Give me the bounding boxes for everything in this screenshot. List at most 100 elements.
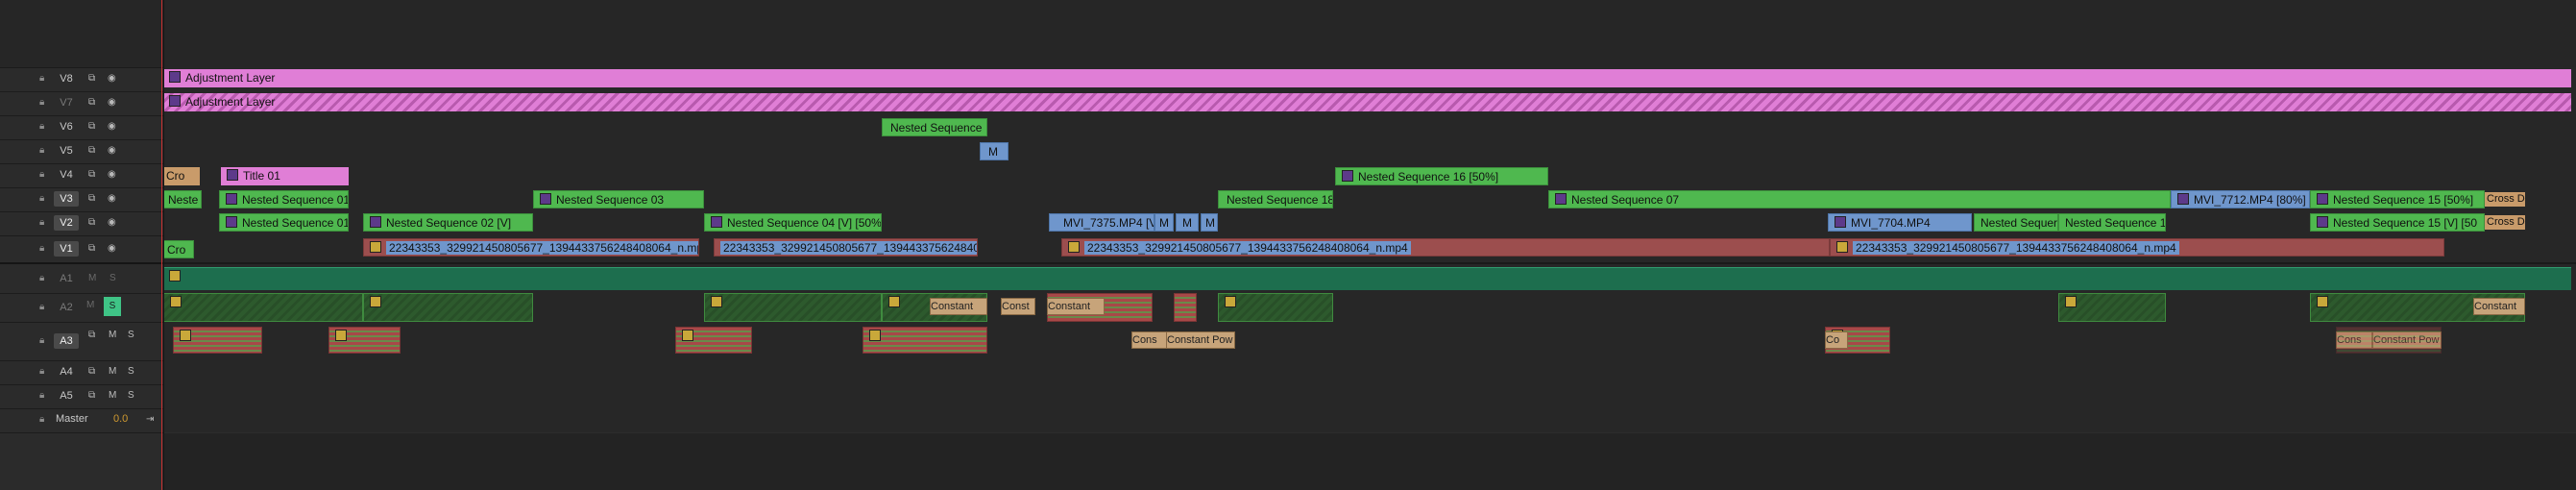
clip-audio-a2-1[interactable] bbox=[163, 293, 363, 322]
clip-adjustment-layer-v8[interactable]: Adjustment Layer bbox=[163, 69, 2571, 87]
lock-icon[interactable]: 🔒︎ bbox=[39, 302, 49, 313]
clip-cro-v4[interactable]: Cro bbox=[163, 167, 200, 185]
clip-mvi-7712[interactable]: MVI_7712.MP4 [80%] bbox=[2171, 190, 2310, 208]
clip-nested-sequence-15-v2[interactable]: Nested Sequence 15 [V] [50 bbox=[2310, 213, 2485, 232]
master-volume-value[interactable]: 0.0 bbox=[113, 413, 128, 425]
lock-icon[interactable]: 🔒︎ bbox=[39, 217, 49, 229]
lane-v6[interactable] bbox=[163, 115, 2576, 140]
eye-icon[interactable]: ◉ bbox=[108, 243, 116, 255]
track-name-a1[interactable]: A1 bbox=[54, 271, 79, 286]
lane-a4[interactable] bbox=[163, 360, 2576, 385]
lock-icon[interactable]: 🔒︎ bbox=[39, 273, 49, 284]
clip-video-file-4[interactable]: 22343353_329921450805677_139443375624840… bbox=[1830, 238, 2444, 257]
track-name-a5[interactable]: A5 bbox=[54, 388, 79, 404]
clip-nested-sequence-15-v3[interactable]: Nested Sequence 15 [50%] bbox=[2310, 190, 2485, 208]
clip-nested-sequence-07[interactable]: Nested Sequence 07 bbox=[1548, 190, 2171, 208]
clip-m-3[interactable]: M bbox=[1201, 213, 1218, 232]
clip-video-file-1[interactable]: 22343353_329921450805677_139443375624840… bbox=[363, 238, 699, 257]
sync-lock-icon[interactable]: ⧉ bbox=[88, 145, 95, 157]
clip-neste-v3[interactable]: Neste bbox=[163, 190, 202, 208]
crossfade-co[interactable]: Co bbox=[1825, 331, 1848, 349]
clip-nested-sequence-01-v2[interactable]: Nested Sequence 01 bbox=[219, 213, 349, 232]
playhead[interactable] bbox=[161, 0, 162, 490]
lane-a3[interactable] bbox=[163, 322, 2576, 361]
clip-nested-sequence-14[interactable]: Nested Sequence 14 bbox=[2058, 213, 2166, 232]
clip-video-file-3[interactable]: 22343353_329921450805677_139443375624840… bbox=[1061, 238, 1830, 257]
lane-v5[interactable] bbox=[163, 139, 2576, 164]
clip-audio-a2-7[interactable] bbox=[1218, 293, 1333, 322]
clip-audio-a2-2[interactable] bbox=[363, 293, 533, 322]
clip-audio-a3-6[interactable] bbox=[2336, 327, 2442, 354]
clip-audio-a3-3[interactable] bbox=[675, 327, 752, 354]
clip-nested-sequence-01-v3[interactable]: Nested Sequence 01 bbox=[219, 190, 349, 208]
lock-icon[interactable]: 🔒︎ bbox=[39, 335, 49, 347]
lock-icon[interactable]: 🔒︎ bbox=[39, 390, 49, 402]
track-name-a2[interactable]: A2 bbox=[54, 300, 79, 315]
sync-lock-icon[interactable]: ⧉ bbox=[88, 390, 95, 402]
track-name-v1[interactable]: V1 bbox=[54, 241, 79, 257]
clip-m-2[interactable]: M bbox=[1176, 213, 1199, 232]
mute-button[interactable]: M bbox=[88, 273, 96, 284]
clip-nested-sequence-v6[interactable]: Nested Sequence bbox=[882, 118, 987, 136]
track-name-v5[interactable]: V5 bbox=[54, 143, 79, 159]
track-name-v8[interactable]: V8 bbox=[54, 71, 79, 86]
clip-audio-a3-4[interactable] bbox=[863, 327, 987, 354]
sync-lock-icon[interactable]: ⧉ bbox=[88, 366, 95, 378]
sync-lock-icon[interactable]: ⧉ bbox=[88, 97, 95, 109]
track-name-a4[interactable]: A4 bbox=[54, 364, 79, 380]
lane-a5[interactable] bbox=[163, 384, 2576, 409]
clip-title-01[interactable]: Title 01 bbox=[221, 167, 349, 185]
track-name-v4[interactable]: V4 bbox=[54, 167, 79, 183]
clip-audio-a3-1[interactable] bbox=[173, 327, 262, 354]
eye-icon[interactable]: ◉ bbox=[108, 145, 116, 157]
crossfade-constant-3[interactable]: Constant bbox=[1047, 298, 1105, 315]
clip-mvi-7704[interactable]: MVI_7704.MP4 bbox=[1828, 213, 1972, 232]
eye-icon[interactable]: ◉ bbox=[108, 73, 116, 85]
lane-master[interactable] bbox=[163, 408, 2576, 433]
lock-icon[interactable]: 🔒︎ bbox=[39, 73, 49, 85]
solo-button[interactable]: S bbox=[128, 330, 134, 341]
crossfade-constant-4[interactable]: Constant bbox=[2473, 298, 2525, 315]
time-ruler[interactable] bbox=[163, 0, 2576, 68]
crossfade-const-2[interactable]: Const bbox=[1001, 298, 1035, 315]
clip-adjustment-layer-v7[interactable]: Adjustment Layer bbox=[163, 93, 2571, 111]
eye-icon[interactable]: ◉ bbox=[108, 97, 116, 109]
track-name-a3[interactable]: A3 bbox=[54, 333, 79, 349]
mute-button[interactable]: M bbox=[86, 300, 94, 311]
lock-icon[interactable]: 🔒︎ bbox=[39, 414, 49, 426]
lock-icon[interactable]: 🔒︎ bbox=[39, 366, 49, 378]
clip-cross-dissolve-v2[interactable]: Cross D bbox=[2485, 215, 2525, 230]
crossfade-cons-1[interactable]: Cons bbox=[1131, 331, 1168, 349]
clip-audio-a2-3[interactable] bbox=[704, 293, 882, 322]
mute-button[interactable]: M bbox=[109, 366, 116, 378]
clip-m-1[interactable]: M bbox=[1154, 213, 1174, 232]
crossfade-constant-pow-1[interactable]: Constant Pow bbox=[1166, 331, 1235, 349]
clip-nested-sequence-02[interactable]: Nested Sequence 02 [V] bbox=[363, 213, 533, 232]
sync-lock-icon[interactable]: ⧉ bbox=[88, 243, 95, 255]
lock-icon[interactable]: 🔒︎ bbox=[39, 145, 49, 157]
clip-video-file-2[interactable]: 22343353_329921450805677_139443375624840… bbox=[714, 238, 978, 257]
lock-icon[interactable]: 🔒︎ bbox=[39, 243, 49, 255]
clip-nested-sequence-16[interactable]: Nested Sequence 16 [50%] bbox=[1335, 167, 1548, 185]
clip-m-v5[interactable]: M bbox=[980, 142, 1009, 160]
solo-button[interactable]: S bbox=[128, 366, 134, 378]
track-name-v6[interactable]: V6 bbox=[54, 119, 79, 135]
sync-lock-icon[interactable]: ⧉ bbox=[88, 330, 95, 341]
sync-lock-icon[interactable]: ⧉ bbox=[88, 121, 95, 133]
sync-lock-icon[interactable]: ⧉ bbox=[88, 217, 95, 229]
clip-nested-sequence-18[interactable]: Nested Sequence 18 bbox=[1218, 190, 1333, 208]
clip-nested-sequence-03[interactable]: Nested Sequence 03 bbox=[533, 190, 704, 208]
track-name-v7[interactable]: V7 bbox=[54, 95, 79, 110]
mute-button[interactable]: M bbox=[109, 390, 116, 402]
eye-icon[interactable]: ◉ bbox=[108, 121, 116, 133]
clip-cro-v1[interactable]: Cro bbox=[163, 240, 194, 258]
track-name-v2[interactable]: V2 bbox=[54, 215, 79, 231]
clip-mvi-7375[interactable]: MVI_7375.MP4 [V bbox=[1049, 213, 1154, 232]
clip-audio-a2-6[interactable] bbox=[1174, 293, 1197, 322]
solo-button[interactable]: S bbox=[104, 297, 121, 316]
eye-icon[interactable]: ◉ bbox=[108, 169, 116, 181]
lock-icon[interactable]: 🔒︎ bbox=[39, 97, 49, 109]
track-name-v3[interactable]: V3 bbox=[54, 191, 79, 207]
clip-audio-a3-2[interactable] bbox=[328, 327, 401, 354]
lock-icon[interactable]: 🔒︎ bbox=[39, 169, 49, 181]
